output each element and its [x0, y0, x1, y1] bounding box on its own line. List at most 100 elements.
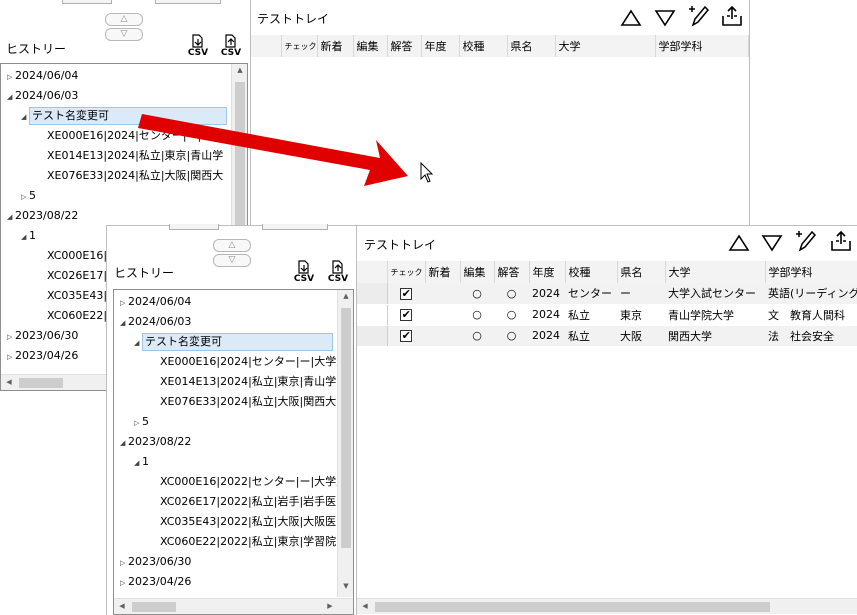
row-header[interactable] — [357, 283, 388, 305]
front-history-tree[interactable]: ▷ 2024/06/04 ◢ 2024/06/03 ◢ テスト名変更可 XE000E16|2… — [113, 289, 354, 615]
collapsed-triangle-icon[interactable]: ▷ — [120, 553, 128, 573]
front-csv-export-button[interactable]: CSV — [325, 259, 351, 287]
checkbox-cell[interactable]: ✔ — [387, 325, 425, 347]
column-header[interactable]: チェック — [281, 35, 318, 57]
expanded-triangle-icon[interactable]: ◢ — [134, 453, 142, 473]
move-down-icon[interactable] — [653, 6, 677, 30]
tree-node[interactable]: XC060E22| — [39, 306, 107, 326]
front-splitter-down-button[interactable]: ▽ — [213, 254, 251, 267]
collapsed-triangle-icon[interactable]: ▷ — [7, 327, 15, 347]
tree-node[interactable]: XE000E16|2024|センター|ー|大学入 — [152, 352, 347, 372]
expanded-triangle-icon[interactable]: ◢ — [21, 227, 29, 247]
checkbox-cell[interactable]: ✔ — [387, 304, 425, 326]
column-header[interactable]: 県名 — [617, 261, 666, 283]
column-header[interactable]: 編集 — [460, 261, 495, 283]
edit-pen-icon[interactable] — [687, 4, 711, 28]
column-header[interactable]: チェック — [387, 261, 426, 283]
expanded-triangle-icon[interactable]: ◢ — [7, 207, 15, 227]
front-tree-vscroll-thumb[interactable] — [341, 308, 351, 548]
edit-pen-icon[interactable] — [794, 229, 818, 253]
column-header[interactable]: 校種 — [459, 35, 508, 57]
table-row[interactable]: ✔ ○ ○ 2024 センターー大学入試センター 英語(リーディング) — [357, 283, 857, 305]
tree-node[interactable]: ▷ 5 — [134, 412, 149, 432]
column-header[interactable]: 年度 — [421, 35, 460, 57]
scroll-left-icon[interactable]: ◀ — [1, 378, 17, 386]
move-up-icon[interactable] — [727, 231, 751, 255]
back-splitter-up-button[interactable]: △ — [105, 13, 143, 26]
front-top-button-2[interactable] — [262, 224, 328, 230]
move-down-icon[interactable] — [760, 231, 784, 255]
tree-node[interactable]: XE014E13|2024|私立|東京|青山学 — [152, 372, 336, 392]
tree-node[interactable]: ▷ 2023/06/30 — [7, 326, 78, 346]
row-header[interactable] — [357, 304, 388, 326]
checkbox-cell[interactable]: ✔ — [387, 283, 425, 305]
column-header[interactable]: 年度 — [529, 261, 566, 283]
tree-node[interactable]: XC060E22|2022|私立|東京|学習院 — [152, 532, 336, 552]
collapsed-triangle-icon[interactable]: ▷ — [120, 573, 128, 593]
back-top-button-2[interactable] — [155, 0, 221, 4]
column-header[interactable]: 学部学科 — [765, 261, 857, 283]
scroll-left-icon[interactable]: ◀ — [357, 602, 373, 610]
scroll-left-icon[interactable]: ◀ — [114, 602, 130, 610]
column-header[interactable]: 新着 — [317, 35, 354, 57]
tree-node[interactable]: ◢ 1 — [134, 452, 149, 472]
expanded-triangle-icon[interactable]: ◢ — [21, 107, 29, 127]
tree-node[interactable]: ▷ 2024/06/04 — [7, 66, 78, 86]
front-tree-hscroll[interactable]: ◀ ▶ — [114, 598, 353, 614]
tree-node[interactable]: ◢ 2024/06/03 — [7, 86, 78, 106]
tree-node[interactable]: ◢ テスト名変更可 — [134, 332, 333, 352]
front-splitter-up-button[interactable]: △ — [213, 239, 251, 252]
front-tray-hscroll-thumb[interactable] — [375, 602, 770, 612]
check-icon[interactable]: ✔ — [400, 287, 413, 300]
move-up-icon[interactable] — [619, 6, 643, 30]
collapsed-triangle-icon[interactable]: ▷ — [7, 347, 15, 367]
row-header[interactable] — [357, 325, 388, 347]
table-row[interactable]: ✔ ○ ○ 2024 私立 東京 青山学院大学文 教育人間科 — [357, 304, 857, 326]
tree-node[interactable]: XC035E43| — [39, 286, 107, 306]
tree-node[interactable]: XC026E17|2022|私立|岩手|岩手医 — [152, 492, 336, 512]
table-row[interactable]: ✔ ○ ○ 2024 私立 大阪 関西大学法 社会安全 — [357, 325, 857, 347]
expanded-triangle-icon[interactable]: ◢ — [134, 333, 142, 353]
tree-node[interactable]: ◢ 2023/08/22 — [120, 432, 191, 452]
column-header[interactable]: 大学 — [555, 35, 656, 57]
check-icon[interactable]: ✔ — [400, 309, 413, 321]
expanded-triangle-icon[interactable]: ◢ — [7, 87, 15, 107]
tree-node[interactable]: ▷ 2023/04/26 — [120, 572, 191, 592]
tree-node[interactable]: XC035E43|2022|私立|大阪|大阪医 — [152, 512, 336, 532]
tree-node[interactable]: ▷ 5 — [21, 186, 36, 206]
scroll-up-icon[interactable]: ▲ — [232, 66, 247, 74]
column-header[interactable]: 大学 — [665, 261, 766, 283]
column-header[interactable]: 校種 — [565, 261, 618, 283]
column-header[interactable]: 新着 — [425, 261, 461, 283]
tree-node[interactable]: ◢ 2023/08/22 — [7, 206, 78, 226]
tree-node[interactable]: XC026E17| — [39, 266, 107, 286]
tree-node[interactable]: ▷ 2024/06/04 — [120, 292, 191, 312]
tree-node[interactable]: XC000E16| — [39, 246, 107, 266]
front-tree-hscroll-thumb[interactable] — [132, 602, 176, 612]
tree-node[interactable]: ▷ 2023/06/30 — [120, 552, 191, 572]
tree-node[interactable]: ◢ 2024/06/03 — [120, 312, 191, 332]
scroll-right-icon[interactable]: ▶ — [322, 602, 338, 610]
column-header[interactable]: 解答 — [387, 35, 422, 57]
back-top-button-1[interactable] — [62, 0, 112, 4]
tree-node[interactable]: XE076E33|2024|私立|大阪|関西大 — [152, 392, 336, 412]
check-icon[interactable]: ✔ — [400, 330, 413, 342]
collapsed-triangle-icon[interactable]: ▷ — [134, 413, 142, 433]
back-csv-import-button[interactable]: CSV — [185, 33, 211, 61]
collapsed-triangle-icon[interactable]: ▷ — [7, 67, 15, 87]
expanded-triangle-icon[interactable]: ◢ — [120, 433, 128, 453]
front-tree-vscroll[interactable]: ▲ ▼ — [337, 290, 353, 597]
tree-node[interactable]: XC000E16|2022|センター|ー|大学入 — [152, 472, 347, 492]
column-header[interactable]: 県名 — [507, 35, 556, 57]
column-header[interactable]: 解答 — [494, 261, 530, 283]
scroll-down-icon[interactable]: ▼ — [338, 582, 353, 590]
front-tray-hscroll[interactable]: ◀ — [357, 598, 857, 614]
export-tray-icon[interactable] — [720, 4, 744, 28]
front-top-button-1[interactable] — [169, 224, 219, 230]
tree-node[interactable]: ◢ 1 — [21, 226, 36, 246]
expanded-triangle-icon[interactable]: ◢ — [120, 313, 128, 333]
export-tray-icon[interactable] — [829, 229, 853, 253]
back-tree-hscroll-thumb[interactable] — [19, 378, 63, 388]
back-splitter-down-button[interactable]: ▽ — [105, 28, 143, 41]
collapsed-triangle-icon[interactable]: ▷ — [120, 293, 128, 313]
